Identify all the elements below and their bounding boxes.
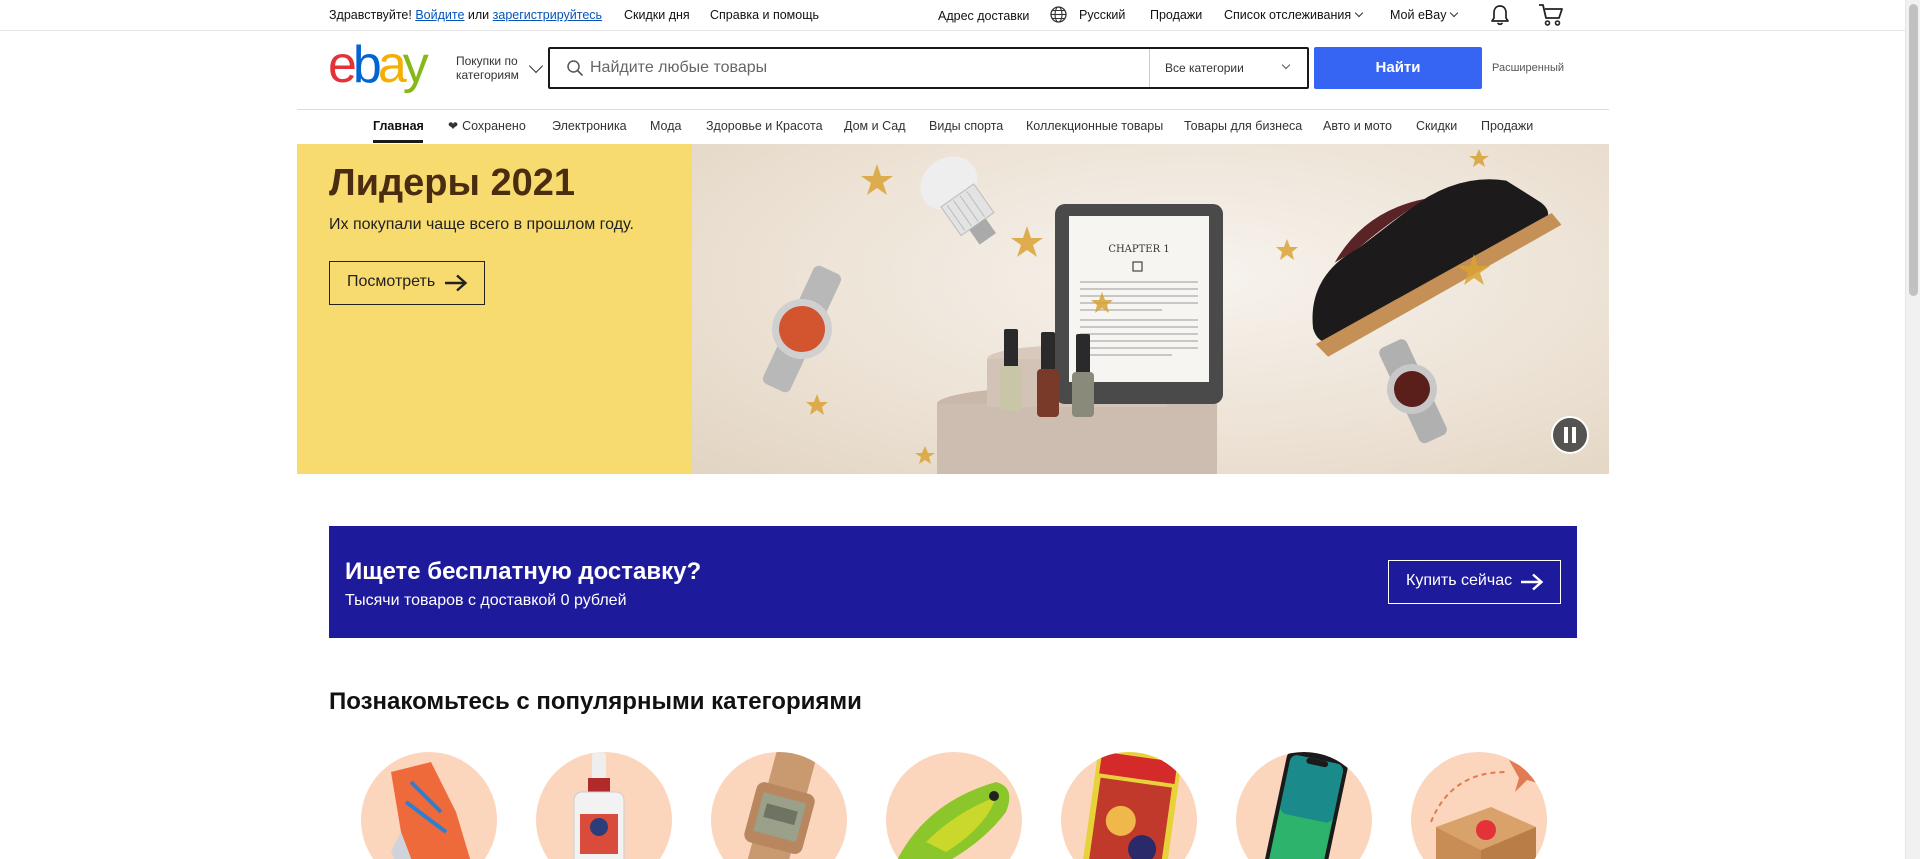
parcel-icon <box>1430 760 1541 859</box>
hero-products-illustration: CHAPTER 1 <box>762 149 1562 474</box>
promo-title: Ищете бесплатную доставку? <box>345 558 702 585</box>
shop-now-label: Купить сейчас <box>1406 572 1513 589</box>
top-bar: Здравствуйте! Войдите или зарегистрируйт… <box>329 0 1564 30</box>
chevron-down-icon <box>1354 8 1364 18</box>
daily-deals-link[interactable]: Скидки дня <box>624 8 690 22</box>
nav-business[interactable]: Товары для бизнеса <box>1184 119 1302 133</box>
hero-banner-panel: Лидеры 2021 Их покупали чаще всего в про… <box>297 144 692 474</box>
globe-icon[interactable] <box>1050 6 1067 26</box>
shop-by-category[interactable]: Покупки по категориям <box>456 54 526 82</box>
sell-link[interactable]: Продажи <box>1150 8 1202 22</box>
chevron-down-icon <box>1281 60 1291 70</box>
top-divider <box>0 30 1905 31</box>
sneaker-icon <box>391 762 471 859</box>
category-shipping[interactable] <box>1411 752 1547 859</box>
watch-icon <box>742 752 816 859</box>
nav-saved[interactable]: ❤ Сохранено <box>448 119 526 133</box>
notification-bell-icon[interactable] <box>1489 4 1511 29</box>
smartphone-icon <box>1262 752 1348 859</box>
my-ebay-label: Мой eBay <box>1390 8 1447 22</box>
book-chapter-text: CHAPTER 1 <box>1108 244 1169 255</box>
my-ebay-menu[interactable]: Мой eBay <box>1390 8 1459 22</box>
serum-bottle-icon <box>573 752 625 859</box>
category-select-value: Все категории <box>1165 61 1244 75</box>
carousel-pause-button[interactable] <box>1551 416 1589 454</box>
watchlist-menu[interactable]: Список отслеживания <box>1224 8 1364 22</box>
arrow-right-icon <box>445 274 468 292</box>
ebay-logo[interactable]: ebay <box>328 36 448 94</box>
shop-now-button[interactable]: Купить сейчас <box>1388 560 1561 604</box>
free-shipping-banner: Ищете бесплатную доставку? Тысячи товаро… <box>329 526 1577 638</box>
greeting-text: Здравствуйте! <box>329 8 412 22</box>
shop-by-line1: Покупки по <box>456 54 518 68</box>
nav-deals[interactable]: Скидки <box>1416 119 1457 133</box>
nav-sports[interactable]: Виды спорта <box>929 119 1003 133</box>
nav-home-garden[interactable]: Дом и Сад <box>844 119 906 133</box>
nav-home[interactable]: Главная <box>373 119 424 133</box>
chevron-down-icon <box>1450 8 1459 18</box>
search-bar: Все категории <box>548 47 1309 89</box>
nav-divider <box>297 109 1609 110</box>
heart-icon: ❤ <box>448 119 459 133</box>
help-link[interactable]: Справка и помощь <box>710 8 819 22</box>
or-text: или <box>467 8 490 22</box>
ship-to-link[interactable]: Адрес доставки <box>938 9 1029 23</box>
promo-subtitle: Тысячи товаров с доставкой 0 рублей <box>345 592 627 609</box>
hero-image[interactable]: CHAPTER 1 <box>692 144 1609 474</box>
popular-categories-heading: Познакомьтесь с популярными категориями <box>329 688 862 715</box>
logo-text: ebay <box>328 42 429 94</box>
nav-electronics[interactable]: Электроника <box>552 119 627 133</box>
nav-health-beauty[interactable]: Здоровье и Красота <box>706 119 823 133</box>
page-scrollbar[interactable] <box>1905 0 1920 859</box>
watchlist-label: Список отслеживания <box>1224 8 1352 22</box>
chevron-down-icon[interactable] <box>528 58 544 74</box>
category-comics[interactable] <box>1061 752 1197 859</box>
nav-motors[interactable]: Авто и мото <box>1323 119 1392 133</box>
nav-saved-label: Сохранено <box>462 119 526 133</box>
comic-book-icon <box>1079 752 1183 859</box>
cart-icon[interactable] <box>1538 3 1564 30</box>
category-fishing[interactable] <box>886 752 1022 859</box>
pause-icon <box>1564 427 1576 443</box>
login-link[interactable]: Войдите <box>415 8 464 22</box>
hero-subtitle: Их покупали чаще всего в прошлом году. <box>329 216 634 233</box>
nav-fashion[interactable]: Мода <box>650 119 681 133</box>
advanced-search-link[interactable]: Расширенный <box>1492 62 1564 74</box>
category-select[interactable]: Все категории <box>1149 49 1307 87</box>
shop-by-line2: категориям <box>456 68 519 82</box>
nav-collectibles[interactable]: Коллекционные товары <box>1026 119 1163 133</box>
category-beauty[interactable] <box>536 752 672 859</box>
category-watches[interactable] <box>711 752 847 859</box>
greeting: Здравствуйте! Войдите или зарегистрируйт… <box>329 8 602 22</box>
search-input[interactable] <box>590 51 1190 85</box>
arrow-right-icon <box>1521 573 1544 591</box>
category-phones[interactable] <box>1236 752 1372 859</box>
hero-view-button[interactable]: Посмотреть <box>329 261 485 305</box>
language-selector[interactable]: Русский <box>1079 8 1125 22</box>
hero-button-label: Посмотреть <box>347 273 436 290</box>
fishing-lure-icon <box>897 782 1010 859</box>
nav-active-indicator <box>373 140 423 143</box>
register-link[interactable]: зарегистрируйтесь <box>493 8 602 22</box>
nav-sell[interactable]: Продажи <box>1481 119 1533 133</box>
category-sneakers[interactable] <box>361 752 497 859</box>
hero-title: Лидеры 2021 <box>329 162 576 204</box>
search-icon <box>567 60 583 76</box>
search-button[interactable]: Найти <box>1314 47 1482 89</box>
page: Здравствуйте! Войдите или зарегистрируйт… <box>0 0 1920 859</box>
scrollbar-thumb[interactable] <box>1909 4 1918 296</box>
